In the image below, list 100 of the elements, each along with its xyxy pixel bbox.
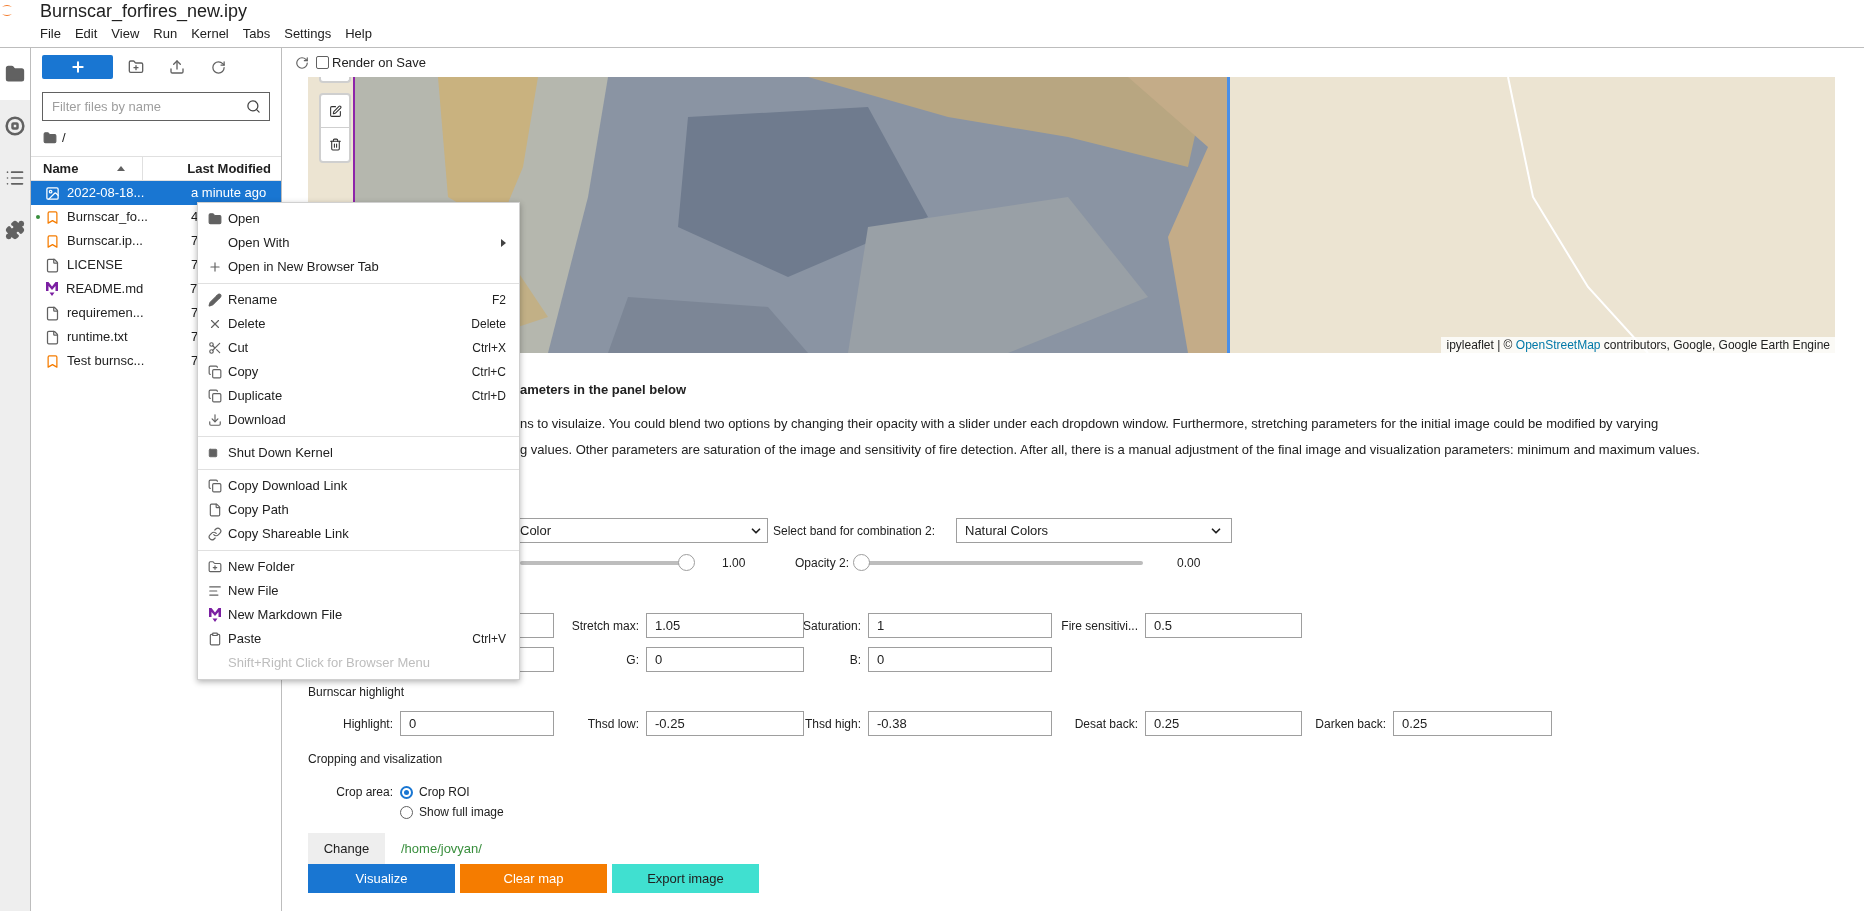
menu-bar-item[interactable]: Edit bbox=[67, 24, 105, 44]
menu-item[interactable]: Copy Path bbox=[198, 498, 519, 522]
input-field[interactable]: 0.25 bbox=[1393, 711, 1552, 736]
input-field[interactable] bbox=[520, 613, 554, 638]
input-field[interactable]: 0 bbox=[400, 711, 554, 736]
menu-bar-item[interactable]: Tabs bbox=[235, 24, 278, 44]
radio-label: Show full image bbox=[419, 804, 504, 821]
menu-item[interactable]: New Markdown File bbox=[198, 603, 519, 627]
slider-value: 1.00 bbox=[722, 555, 747, 572]
dropdown-label: Select band for combination 2: bbox=[773, 522, 937, 540]
upload-icon[interactable] bbox=[169, 59, 185, 75]
slider-value: 0.00 bbox=[1177, 555, 1201, 572]
file-name: runtime.txt bbox=[67, 328, 129, 347]
menu-item[interactable]: New File bbox=[198, 579, 519, 603]
radio-group-label: Crop area: bbox=[336, 784, 393, 801]
slider-thumb[interactable] bbox=[853, 554, 870, 571]
logo-icon bbox=[1, 4, 13, 18]
menu-item[interactable]: Copy Shareable Link bbox=[198, 522, 519, 546]
input-field[interactable]: -0.25 bbox=[646, 711, 804, 736]
file-icon bbox=[45, 305, 60, 321]
new-folder-icon[interactable] bbox=[128, 59, 144, 75]
copy-icon bbox=[208, 479, 222, 493]
scissors-icon bbox=[208, 341, 222, 355]
file-name: 2022-08-18... bbox=[67, 184, 146, 203]
submenu-caret-icon bbox=[501, 239, 506, 247]
section-title: Burnscar highlight bbox=[308, 684, 406, 701]
field-label: Thsd high: bbox=[804, 715, 861, 733]
folder-icon[interactable] bbox=[43, 130, 57, 145]
field-label: G: bbox=[626, 651, 639, 669]
input-field[interactable]: 0.25 bbox=[1145, 711, 1302, 736]
input-field[interactable]: 1.05 bbox=[646, 613, 804, 638]
breadcrumb[interactable]: / bbox=[62, 127, 66, 148]
folder-icon[interactable] bbox=[5, 64, 25, 84]
menu-item[interactable]: Paste Ctrl+V bbox=[198, 627, 519, 651]
menu-bar-item[interactable]: Run bbox=[146, 24, 185, 44]
input-field[interactable]: 0 bbox=[646, 647, 804, 672]
menu-item[interactable]: Copy Ctrl+C bbox=[198, 360, 519, 384]
file-icon bbox=[45, 329, 60, 345]
menu-item[interactable]: New Folder bbox=[198, 555, 519, 579]
file-row[interactable]: 2022-08-18... a minute ago bbox=[31, 181, 281, 205]
input-field[interactable]: 1 bbox=[868, 613, 1052, 638]
notebook-icon bbox=[45, 353, 60, 369]
markdown-icon bbox=[208, 607, 222, 623]
menu-item[interactable]: Delete Delete bbox=[198, 312, 519, 336]
stop-icon bbox=[208, 448, 218, 458]
file-icon bbox=[208, 503, 222, 517]
menu-item[interactable]: Open in New Browser Tab bbox=[198, 255, 519, 279]
description-text: ns to visulaize. You could blend two options by changing their opacity with a slider under each dropdown window. Furthermore, stretching parameters for the initial image could be modified by varying bbox=[520, 415, 1660, 433]
action-button[interactable]: Export image bbox=[612, 864, 759, 893]
menu-bar-item[interactable]: Help bbox=[338, 24, 379, 44]
checkbox[interactable] bbox=[316, 56, 329, 69]
puzzle-icon[interactable] bbox=[5, 220, 25, 240]
menu-item[interactable]: Copy Download Link bbox=[198, 474, 519, 498]
new-launcher-button[interactable] bbox=[42, 55, 113, 79]
field-label: Darken back: bbox=[1315, 715, 1386, 733]
menu-item[interactable]: Shut Down Kernel bbox=[198, 441, 519, 465]
activity-tab[interactable] bbox=[0, 48, 30, 100]
file-name: README.md bbox=[66, 280, 145, 299]
input-field[interactable]: 0 bbox=[868, 647, 1052, 672]
attribution-link[interactable]: OpenStreetMap bbox=[1515, 338, 1601, 352]
menu-bar-item[interactable]: Kernel bbox=[184, 24, 236, 44]
modified-time: 4 bbox=[191, 208, 199, 227]
slider-thumb[interactable] bbox=[678, 554, 695, 571]
notebook-icon bbox=[45, 233, 60, 249]
file-name: Burnscar.ip... bbox=[67, 232, 144, 251]
pencil-icon bbox=[208, 293, 222, 307]
action-button[interactable]: Visualize bbox=[308, 864, 455, 893]
band-dropdown[interactable]: Color bbox=[520, 518, 768, 543]
field-label: Stretch max: bbox=[571, 617, 639, 635]
filter-field[interactable]: Filter files by name bbox=[42, 92, 270, 121]
input-field[interactable]: -0.38 bbox=[868, 711, 1052, 736]
menu-item[interactable]: Rename F2 bbox=[198, 288, 519, 312]
menu-item[interactable]: Duplicate Ctrl+D bbox=[198, 384, 519, 408]
input-field[interactable] bbox=[520, 647, 554, 672]
field-label: Fire sensitivi... bbox=[1061, 617, 1138, 635]
plus-icon bbox=[208, 260, 222, 274]
column-header[interactable]: Last Modified bbox=[187, 158, 271, 179]
menu-item[interactable]: Open bbox=[198, 207, 519, 231]
file-name: Test burnsc... bbox=[67, 352, 146, 371]
sort-caret-icon bbox=[117, 166, 125, 171]
menu-bar-item[interactable]: File bbox=[33, 24, 68, 44]
menu-bar-item[interactable]: View bbox=[104, 24, 147, 44]
change-button[interactable]: Change bbox=[308, 833, 385, 864]
refresh-icon[interactable] bbox=[295, 55, 309, 70]
path-text: /home/jovyan/ bbox=[401, 839, 482, 858]
input-field[interactable]: 0.5 bbox=[1145, 613, 1302, 638]
menu-item[interactable]: Cut Ctrl+X bbox=[198, 336, 519, 360]
band-dropdown[interactable]: Natural Colors bbox=[956, 518, 1232, 543]
menu-item[interactable]: Download bbox=[198, 408, 519, 432]
radio-button[interactable] bbox=[400, 785, 413, 799]
attribution-text: ipyleaflet | © OpenStreetMap contributors, Google, Google Earth Engine bbox=[1446, 338, 1830, 352]
window-title: Burnscar_forfires_new.ipy bbox=[40, 1, 248, 21]
menu-bar-item[interactable]: Settings bbox=[277, 24, 339, 44]
copy-icon bbox=[208, 365, 222, 379]
list-icon[interactable] bbox=[5, 168, 25, 188]
refresh-icon[interactable] bbox=[211, 59, 226, 75]
stop-circle-icon[interactable] bbox=[5, 116, 25, 136]
search-icon bbox=[246, 99, 261, 114]
field-label: Thsd low: bbox=[587, 715, 639, 733]
menu-item[interactable]: Open With bbox=[198, 231, 519, 255]
